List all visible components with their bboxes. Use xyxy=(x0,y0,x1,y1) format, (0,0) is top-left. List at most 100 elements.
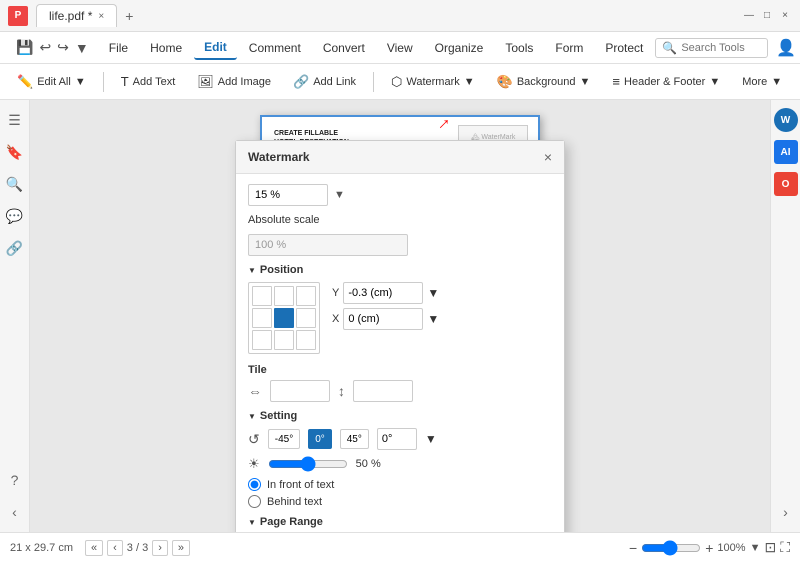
dialog-close-btn[interactable]: × xyxy=(544,149,552,165)
search-icon: 🔍 xyxy=(662,41,677,55)
menu-home[interactable]: Home xyxy=(140,37,192,59)
status-first-btn[interactable]: « xyxy=(85,540,103,556)
tile-label: Tile xyxy=(248,364,267,376)
pos-top-right[interactable] xyxy=(296,286,316,306)
status-prev-btn[interactable]: ‹ xyxy=(107,540,123,556)
front-text-label: In front of text xyxy=(267,479,334,491)
opacity-input[interactable] xyxy=(248,184,328,206)
sidebar-search-icon[interactable]: 🔍 xyxy=(3,172,27,196)
search-input[interactable] xyxy=(681,42,761,54)
angle-0-btn[interactable]: 0° xyxy=(308,429,332,449)
menu-file[interactable]: File xyxy=(99,37,138,59)
tile-h-input[interactable] xyxy=(270,380,330,402)
undo-icon[interactable]: ↩ xyxy=(39,39,51,56)
page-range-section-label: Page Range xyxy=(248,516,552,528)
sidebar-comment-icon[interactable]: 💬 xyxy=(3,204,27,228)
position-grid xyxy=(248,282,320,354)
close-btn[interactable]: × xyxy=(778,9,792,23)
status-controls: « ‹ 3 / 3 › » xyxy=(85,540,190,556)
x-label: X xyxy=(332,313,339,325)
main-area: ☰ 🔖 🔍 💬 🔗 ? ‹ 🏔 WaterMarkPDFelement CREA… xyxy=(0,100,800,532)
behind-text-label: Behind text xyxy=(267,496,322,508)
zoom-in-btn[interactable]: + xyxy=(705,540,713,556)
pos-top-center[interactable] xyxy=(274,286,294,306)
dropdown-icon-3: ▼ xyxy=(580,76,591,88)
zoom-dropdown[interactable]: ▼ xyxy=(750,542,761,554)
dropdown-icon-5: ▼ xyxy=(771,76,782,88)
sidebar-collapse-icon[interactable]: ‹ xyxy=(3,500,27,524)
redo-icon[interactable]: ↪ xyxy=(57,39,69,56)
y-input[interactable] xyxy=(343,282,423,304)
menu-bar: 💾 ↩ ↪ ▼ File Home Edit Comment Convert V… xyxy=(0,32,800,64)
right-collapse-icon[interactable]: › xyxy=(774,500,798,524)
menu-view[interactable]: View xyxy=(377,37,423,59)
status-last-btn[interactable]: » xyxy=(172,540,190,556)
menu-convert[interactable]: Convert xyxy=(313,37,375,59)
dimensions-label: 21 x 29.7 cm xyxy=(10,542,73,554)
pos-bot-center[interactable] xyxy=(274,330,294,350)
toolbar: ✏️ Edit All ▼ T Add Text 🖼 Add Image 🔗 A… xyxy=(0,64,800,100)
tile-section: Tile ⇔ ↕ xyxy=(248,362,552,402)
scale-value-input[interactable] xyxy=(248,234,408,256)
document-tab[interactable]: life.pdf * × xyxy=(36,4,117,27)
add-link-btn[interactable]: 🔗 Add Link xyxy=(284,69,365,95)
app-icon: P xyxy=(8,6,28,26)
save-icon[interactable]: 💾 xyxy=(16,39,33,56)
zoom-out-btn[interactable]: − xyxy=(629,540,637,556)
pos-bot-right[interactable] xyxy=(296,330,316,350)
x-input[interactable] xyxy=(343,308,423,330)
edit-all-btn[interactable]: ✏️ Edit All ▼ xyxy=(8,69,95,95)
search-box[interactable]: 🔍 xyxy=(655,38,768,58)
header-icon: ≡ xyxy=(612,74,620,89)
fit-page-btn[interactable]: ⊡ xyxy=(764,539,776,556)
angle-45-btn[interactable]: 45° xyxy=(340,429,369,449)
menu-tools[interactable]: Tools xyxy=(495,37,543,59)
tile-v-input[interactable] xyxy=(353,380,413,402)
fullscreen-btn[interactable]: ⛶ xyxy=(780,539,790,556)
background-btn[interactable]: 🎨 Background ▼ xyxy=(488,69,600,95)
menu-edit[interactable]: Edit xyxy=(194,36,237,60)
menu-organize[interactable]: Organize xyxy=(425,37,494,59)
ai-icon[interactable]: AI xyxy=(774,140,798,164)
watermark-btn[interactable]: ⬡ Watermark ▼ xyxy=(382,69,484,95)
dropdown-icon: ▼ xyxy=(75,76,86,88)
account-icon[interactable]: 👤 xyxy=(776,38,796,58)
opacity-control: ☀ 50 % xyxy=(248,456,552,472)
pos-bot-left[interactable] xyxy=(252,330,272,350)
watermark-dialog: Watermark × ▼ Absolute scale Position xyxy=(235,140,565,532)
pos-mid-left[interactable] xyxy=(252,308,272,328)
o-icon[interactable]: O xyxy=(774,172,798,196)
sidebar-help-icon[interactable]: ? xyxy=(3,468,27,492)
watermark-icon: ⬡ xyxy=(391,74,402,90)
sidebar-link-icon[interactable]: 🔗 xyxy=(3,236,27,260)
tab-close-btn[interactable]: × xyxy=(98,11,104,22)
angle-custom-input[interactable] xyxy=(377,428,417,450)
minimize-btn[interactable]: — xyxy=(742,9,756,23)
more-btn[interactable]: More ▼ xyxy=(733,71,791,93)
dialog-body: ▼ Absolute scale Position xyxy=(236,174,564,532)
pos-mid-center[interactable] xyxy=(274,308,294,328)
sidebar-bookmark-icon[interactable]: 🔖 xyxy=(3,140,27,164)
pos-top-left[interactable] xyxy=(252,286,272,306)
opacity-slider[interactable] xyxy=(268,456,348,472)
add-image-btn[interactable]: 🖼 Add Image xyxy=(188,69,280,95)
menu-comment[interactable]: Comment xyxy=(239,37,311,59)
dropdown-arrow: ▼ xyxy=(334,189,345,201)
w-icon[interactable]: W xyxy=(774,108,798,132)
sidebar-menu-icon[interactable]: ☰ xyxy=(3,108,27,132)
status-next-btn[interactable]: › xyxy=(152,540,168,556)
more-icon[interactable]: ▼ xyxy=(75,40,89,56)
pos-mid-right[interactable] xyxy=(296,308,316,328)
menu-protect[interactable]: Protect xyxy=(595,37,653,59)
maximize-btn[interactable]: □ xyxy=(760,9,774,23)
zoom-slider[interactable] xyxy=(641,540,701,556)
header-footer-btn[interactable]: ≡ Header & Footer ▼ xyxy=(603,69,729,94)
new-tab-btn[interactable]: + xyxy=(117,4,141,28)
angle-neg45-btn[interactable]: -45° xyxy=(268,429,300,449)
menu-form[interactable]: Form xyxy=(545,37,593,59)
separator-1 xyxy=(103,72,104,92)
front-text-radio[interactable] xyxy=(248,478,261,491)
add-text-btn[interactable]: T Add Text xyxy=(112,69,185,94)
behind-text-radio[interactable] xyxy=(248,495,261,508)
right-sidebar: W AI O › xyxy=(770,100,800,532)
